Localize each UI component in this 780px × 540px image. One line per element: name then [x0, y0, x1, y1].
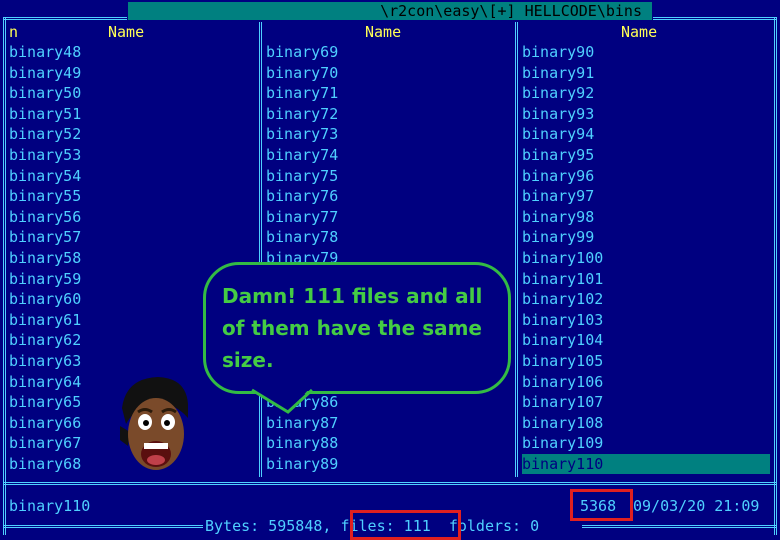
panel-path-title: \r2con\easy\[+] HELLCODE\bins — [128, 2, 652, 20]
file-item[interactable]: binary72 — [266, 104, 514, 125]
file-item[interactable]: binary93 — [522, 104, 770, 125]
status-file-name: binary110 — [9, 497, 91, 515]
speech-bubble-tail — [250, 388, 314, 414]
file-item[interactable]: binary89 — [266, 454, 514, 475]
frame-right-border — [774, 17, 777, 535]
surprised-face-icon — [120, 377, 188, 470]
file-item[interactable]: binary95 — [522, 145, 770, 166]
file-item[interactable]: binary90 — [522, 42, 770, 63]
callout-text: Damn! 111 files and all of them have the… — [222, 284, 483, 372]
file-item[interactable]: binary50 — [9, 83, 257, 104]
file-item[interactable]: binary56 — [9, 207, 257, 228]
file-item[interactable]: binary74 — [266, 145, 514, 166]
file-item[interactable]: binary106 — [522, 372, 770, 393]
file-item[interactable]: binary57 — [9, 227, 257, 248]
status-separator — [3, 482, 777, 485]
file-item[interactable]: binary91 — [522, 63, 770, 84]
file-item[interactable]: binary105 — [522, 351, 770, 372]
file-item[interactable]: binary75 — [266, 166, 514, 187]
file-item[interactable]: binary92 — [522, 83, 770, 104]
file-item[interactable]: binary94 — [522, 124, 770, 145]
status-file-datetime: 09/03/20 21:09 — [633, 497, 760, 515]
frame-top-border-right — [653, 17, 777, 20]
file-item[interactable]: binary99 — [522, 227, 770, 248]
file-item[interactable]: binary49 — [9, 63, 257, 84]
file-item[interactable]: binary48 — [9, 42, 257, 63]
file-item[interactable]: binary101 — [522, 269, 770, 290]
file-item[interactable]: binary54 — [9, 166, 257, 187]
column-header-2[interactable]: Name — [266, 22, 514, 42]
file-item[interactable]: binary51 — [9, 104, 257, 125]
file-item[interactable]: binary88 — [266, 433, 514, 454]
file-item[interactable]: binary77 — [266, 207, 514, 228]
column-header-1[interactable]: n Name — [9, 22, 257, 42]
file-item[interactable]: binary104 — [522, 330, 770, 351]
file-item[interactable]: binary55 — [9, 186, 257, 207]
size-highlight-box — [570, 489, 633, 521]
frame-top-border — [3, 17, 127, 20]
file-item[interactable]: binary53 — [9, 145, 257, 166]
frame-bottom-border-right — [582, 525, 777, 528]
file-item[interactable]: binary78 — [266, 227, 514, 248]
file-item[interactable]: binary69 — [266, 42, 514, 63]
column-header-label: Name — [108, 23, 145, 41]
frame-left-border — [3, 17, 6, 535]
file-item[interactable]: binary109 — [522, 433, 770, 454]
file-list-3: binary90 binary91 binary92 binary93 bina… — [522, 42, 770, 475]
summary-bytes: Bytes: 595848, — [205, 517, 341, 535]
files-count-highlight-box — [350, 510, 461, 540]
frame-bottom-border-left — [3, 525, 203, 528]
file-item[interactable]: binary98 — [522, 207, 770, 228]
file-item[interactable]: binary52 — [9, 124, 257, 145]
file-item[interactable]: binary96 — [522, 166, 770, 187]
file-panel: \r2con\easy\[+] HELLCODE\bins n Name bin… — [0, 0, 780, 540]
column-divider-2 — [515, 22, 518, 477]
file-item[interactable]: binary73 — [266, 124, 514, 145]
column-header-label: Name — [365, 23, 402, 41]
file-item[interactable]: binary70 — [266, 63, 514, 84]
file-item[interactable]: binary108 — [522, 413, 770, 434]
file-item[interactable]: binary58 — [9, 248, 257, 269]
file-item[interactable]: binary103 — [522, 310, 770, 331]
file-item[interactable]: binary71 — [266, 83, 514, 104]
column-header-label: Name — [621, 23, 658, 41]
file-item[interactable]: binary102 — [522, 289, 770, 310]
file-item-selected[interactable]: binary110 — [522, 453, 770, 475]
file-item[interactable]: binary100 — [522, 248, 770, 269]
file-item[interactable]: binary97 — [522, 186, 770, 207]
file-item[interactable]: binary107 — [522, 392, 770, 413]
sort-mode-indicator: n — [9, 23, 19, 41]
column-header-3[interactable]: Name — [522, 22, 770, 42]
file-column-3: Name binary90 binary91 binary92 binary93… — [522, 22, 770, 475]
file-item[interactable]: binary76 — [266, 186, 514, 207]
